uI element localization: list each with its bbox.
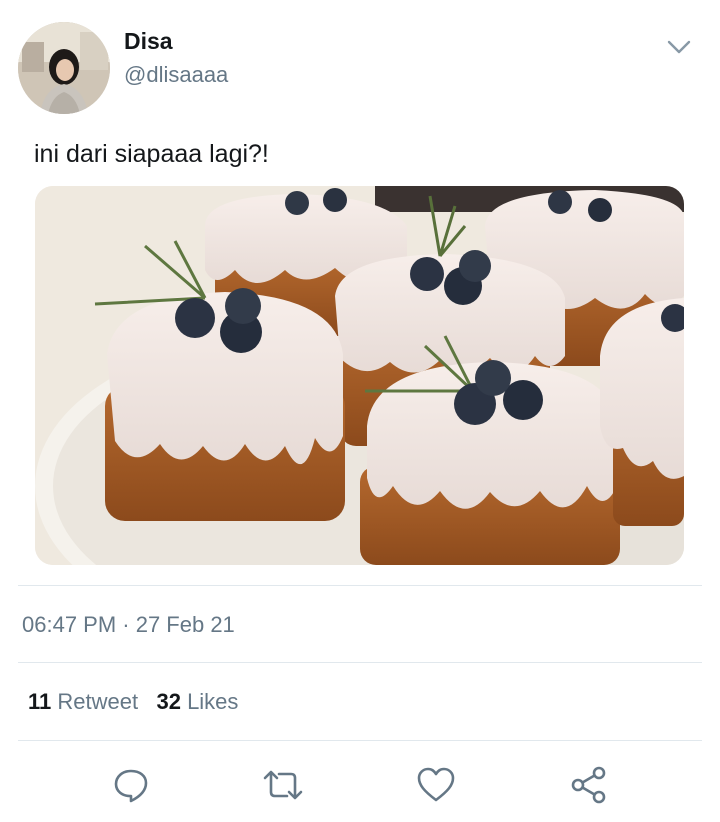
divider xyxy=(18,740,702,741)
chevron-down-icon[interactable] xyxy=(664,32,694,62)
reply-icon[interactable] xyxy=(106,760,156,810)
retweet-label[interactable]: Retweet xyxy=(57,689,138,714)
share-icon[interactable] xyxy=(564,760,614,810)
display-name[interactable]: Disa xyxy=(124,28,228,54)
divider xyxy=(18,662,702,663)
retweet-icon[interactable] xyxy=(258,760,308,810)
tweet-text: ini dari siapaaa lagi?! xyxy=(34,140,269,168)
tweet-timestamp[interactable]: 06:47 PM · 27 Feb 21 xyxy=(22,612,235,638)
action-bar xyxy=(0,760,720,810)
avatar[interactable] xyxy=(18,22,110,114)
likes-label[interactable]: Likes xyxy=(187,689,238,714)
divider xyxy=(18,585,702,586)
user-handle[interactable]: @dlisaaaa xyxy=(124,62,228,88)
heart-icon[interactable] xyxy=(411,760,461,810)
tweet-photo[interactable] xyxy=(35,186,684,565)
tweet-header: Disa @dlisaaaa xyxy=(18,22,702,116)
user-names: Disa @dlisaaaa xyxy=(124,28,228,88)
engagement-stats: 11 Retweet 32 Likes xyxy=(28,689,238,715)
like-count[interactable]: 32 xyxy=(156,689,180,714)
retweet-count[interactable]: 11 xyxy=(28,689,51,714)
